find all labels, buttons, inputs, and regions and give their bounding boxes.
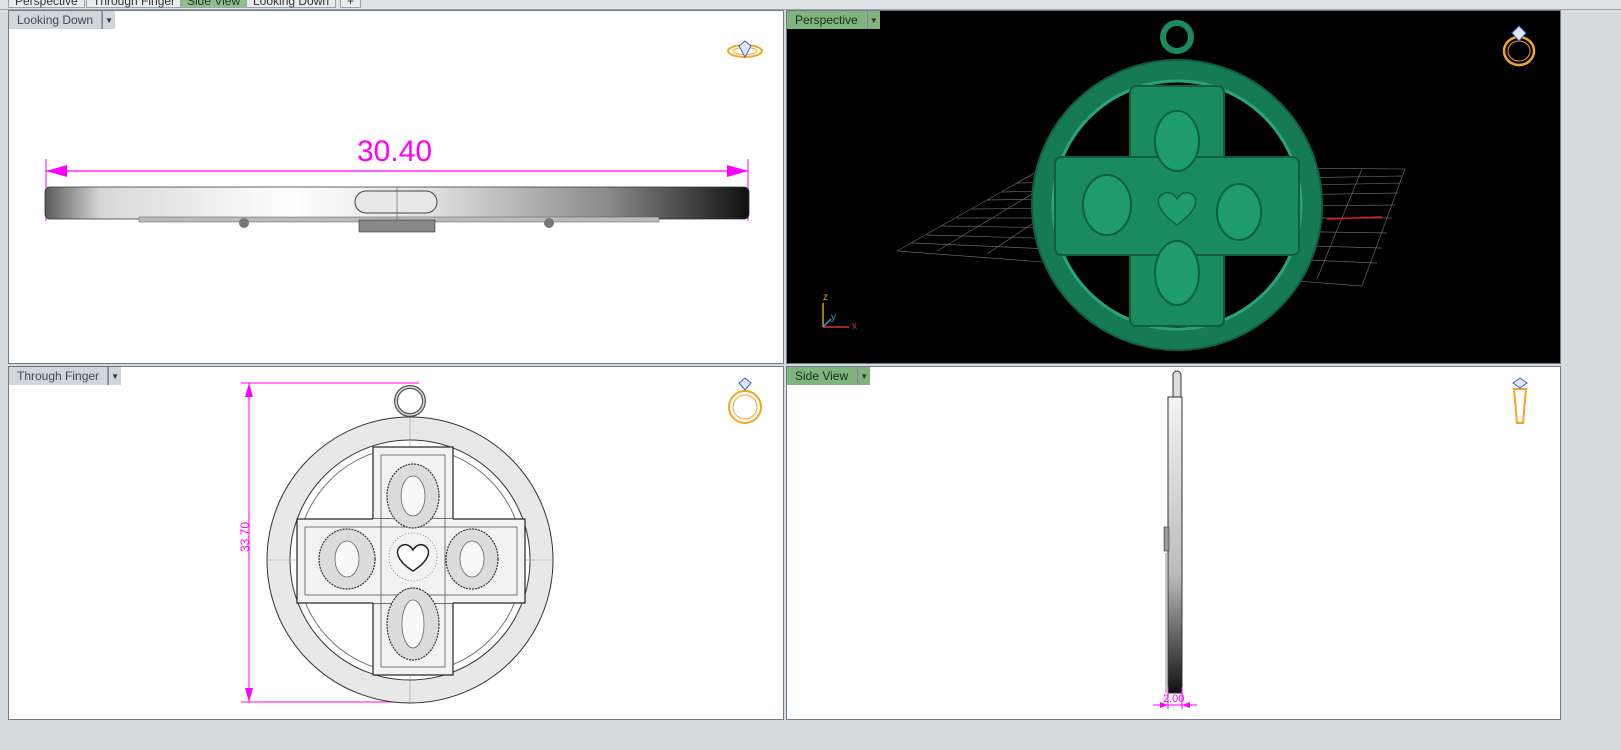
axis-y-label: y (831, 312, 836, 323)
tab-through-finger[interactable]: Through Finger (86, 0, 183, 8)
pendant-top-view (44, 159, 750, 233)
dimension-width: 30.40 (357, 135, 433, 168)
dimension-height: 33.70 (238, 521, 253, 553)
axis-gizmo-icon (822, 303, 849, 328)
dimension-thickness: 2.00 (1163, 693, 1185, 705)
pendant-perspective-view (822, 20, 1406, 351)
viewport-looking-down[interactable]: Looking Down ▼ 30.40 (8, 10, 784, 364)
tab-side-view[interactable]: Side View (180, 0, 248, 8)
axis-x-label: x (852, 321, 857, 332)
pendant-front-view (241, 382, 554, 704)
view-tab-bar: Perspective Through Finger Side View Loo… (0, 0, 1621, 10)
axis-z-label: z (823, 292, 828, 303)
tab-add-button[interactable]: + (340, 0, 362, 8)
viewport-side-view[interactable]: Side View ▼ 2.00 (786, 366, 1561, 720)
viewport-through-finger[interactable]: Through Finger ▼ 33.70 (8, 366, 784, 720)
pendant-side-view (1153, 370, 1197, 709)
tab-perspective[interactable]: Perspective (8, 0, 85, 8)
tab-looking-down[interactable]: Looking Down (246, 0, 337, 8)
viewport-perspective[interactable]: Perspective ▼ z y x (786, 10, 1561, 364)
